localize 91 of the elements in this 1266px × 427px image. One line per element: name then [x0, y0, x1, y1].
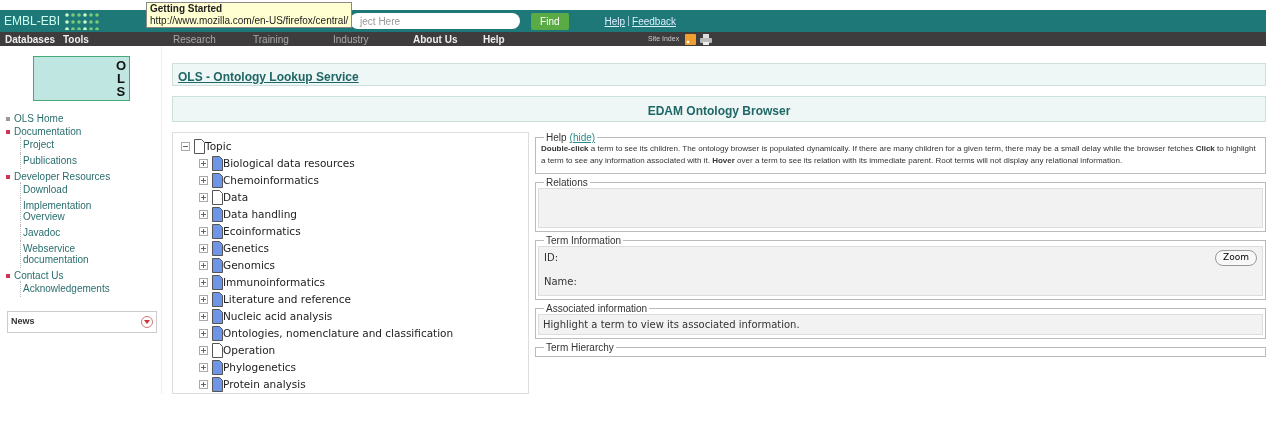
- sidebar-link[interactable]: Contact Us: [14, 270, 64, 281]
- ols-logo[interactable]: O L S: [33, 56, 130, 101]
- sidebar-link[interactable]: Project: [23, 139, 120, 150]
- document-icon: [212, 292, 223, 307]
- expand-icon[interactable]: [199, 346, 208, 355]
- nav-item[interactable]: Research: [173, 32, 216, 47]
- expand-icon[interactable]: [141, 315, 153, 328]
- help-text: Double-click a term to see its children. The ontology browser is populated dynamically. If there are many children for a given term, there may be a small delay while the browser fetches Click to highlight a term to see any information associated with it. Hover over a term to see its relation with its immediate parent. Root terms will not display any relational information.: [540, 143, 1257, 167]
- sidebar-link[interactable]: Developer Resources: [14, 171, 111, 182]
- tree-node[interactable]: Ecoinformatics: [223, 223, 301, 240]
- printer-icon: [700, 34, 713, 45]
- search-field[interactable]: ject Here: [350, 13, 521, 29]
- zoom-button[interactable]: Zoom: [1215, 250, 1257, 266]
- browser-title: EDAM Ontology Browser: [647, 104, 791, 118]
- document-icon: [212, 377, 223, 392]
- tree-node[interactable]: Nucleic acid analysis: [223, 308, 333, 325]
- document-icon: [212, 190, 223, 205]
- tree-node[interactable]: Literature and reference: [223, 291, 351, 308]
- document-icon: [212, 258, 223, 273]
- logo-letter: O: [115, 59, 126, 72]
- document-icon: [212, 360, 223, 375]
- logo-letter: S: [115, 85, 126, 98]
- header-link[interactable]: Feedback: [632, 13, 676, 29]
- document-icon: [212, 343, 223, 358]
- tree-node[interactable]: Ontologies, nomenclature and classification: [223, 325, 454, 342]
- rss-icon: [685, 34, 697, 45]
- page-title-link[interactable]: OLS - Ontology Lookup Service: [178, 70, 359, 84]
- collapse-icon[interactable]: [181, 142, 190, 151]
- expand-icon[interactable]: [199, 363, 208, 372]
- section-legend: Relations: [546, 177, 588, 188]
- tree-node[interactable]: Topic: [205, 138, 232, 155]
- sidebar-link[interactable]: Download: [23, 184, 120, 195]
- document-icon: [212, 241, 223, 256]
- section-legend: Associated information: [546, 303, 648, 314]
- nav-item[interactable]: Industry: [333, 32, 369, 47]
- hide-link[interactable]: (hide): [569, 132, 596, 143]
- document-icon: [212, 207, 223, 222]
- nav-item[interactable]: About Us: [413, 32, 458, 47]
- sidebar-link[interactable]: OLS Home: [14, 113, 64, 124]
- site-logo[interactable]: EMBL-EBI: [0, 12, 64, 30]
- tooltip-url: http://www.mozilla.com/en-US/firefox/central/: [150, 15, 349, 27]
- associated-info-text: Highlight a term to view its associated information.: [538, 314, 1263, 335]
- id-label: ID:: [544, 251, 559, 266]
- expand-icon[interactable]: [199, 244, 208, 253]
- expand-icon[interactable]: [199, 278, 208, 287]
- document-icon: [212, 309, 223, 324]
- sidebar-link[interactable]: Publications: [23, 155, 120, 166]
- document-icon: [212, 326, 223, 341]
- tree-node[interactable]: Protein analysis: [223, 376, 306, 393]
- tree-node[interactable]: Data handling: [223, 206, 297, 223]
- sidebar-link[interactable]: Acknowledgements: [23, 283, 120, 294]
- logo-letter: L: [115, 72, 126, 85]
- nav-item[interactable]: Help: [483, 32, 505, 47]
- sidebar-link[interactable]: Implementation Overview: [23, 200, 120, 222]
- document-icon: [212, 275, 223, 290]
- expand-icon[interactable]: [199, 159, 208, 168]
- tree-node[interactable]: Operation: [223, 342, 276, 359]
- expand-icon[interactable]: [199, 312, 208, 321]
- tree-node[interactable]: Chemoinformatics: [223, 172, 319, 189]
- tree-node[interactable]: Data: [223, 189, 249, 206]
- news-title: News: [11, 315, 35, 328]
- nav-item[interactable]: Databases: [5, 32, 56, 47]
- expand-icon[interactable]: [199, 176, 208, 185]
- name-label: Name:: [544, 274, 578, 289]
- expand-icon[interactable]: [199, 329, 208, 338]
- sidebar-link[interactable]: Webservice documentation: [23, 243, 120, 265]
- section-legend: Term Information: [546, 235, 622, 246]
- section-legend: Term Hierarchy: [546, 342, 614, 353]
- document-icon: [194, 139, 205, 154]
- document-icon: [212, 224, 223, 239]
- nav-item[interactable]: Tools: [63, 32, 89, 47]
- sidebar-link[interactable]: Documentation: [14, 126, 82, 137]
- tooltip-title: Getting Started: [150, 3, 224, 15]
- expand-icon[interactable]: [199, 227, 208, 236]
- nav-item[interactable]: Training: [253, 32, 289, 47]
- expand-icon[interactable]: [199, 261, 208, 270]
- header-link[interactable]: Help: [604, 13, 626, 29]
- expand-icon[interactable]: [199, 380, 208, 389]
- tree-node[interactable]: Phylogenetics: [223, 359, 297, 376]
- tree-node[interactable]: Biological data resources: [223, 155, 355, 172]
- section-legend: Help: [546, 132, 567, 143]
- expand-icon[interactable]: [199, 210, 208, 219]
- expand-icon[interactable]: [199, 193, 208, 202]
- expand-icon[interactable]: [199, 295, 208, 304]
- sidebar-link[interactable]: Javadoc: [23, 227, 120, 238]
- tree-node[interactable]: Genetics: [223, 240, 269, 257]
- document-icon: [212, 156, 223, 171]
- tree-node[interactable]: Genomics: [223, 257, 276, 274]
- dots-logo-icon: [64, 12, 100, 30]
- document-icon: [212, 173, 223, 188]
- tree-node[interactable]: Immunoinformatics: [223, 274, 326, 291]
